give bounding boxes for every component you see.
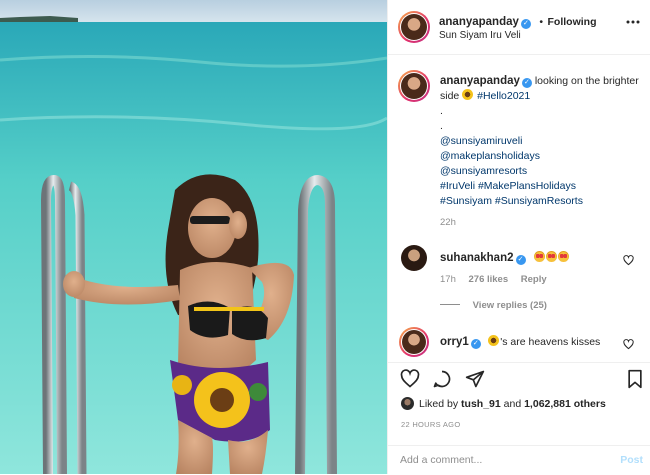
like-heart-icon[interactable]	[400, 369, 420, 394]
post-timestamp[interactable]: 22 HOURS AGO	[401, 420, 460, 429]
comment-meta: 17h 276 likes Reply	[440, 274, 547, 285]
verified-badge-icon: ✓	[470, 339, 481, 349]
comment-body: orry1 ✓ 's are heavens kisses	[440, 332, 600, 350]
comment-item: orry1 ✓ 's are heavens kisses	[388, 327, 650, 357]
heart-eyes-emoji-icon	[545, 251, 557, 262]
save-bookmark-icon[interactable]	[626, 369, 644, 394]
comment-username[interactable]: orry1	[440, 336, 469, 348]
hashtag-hello2021[interactable]: #Hello2021	[477, 90, 530, 102]
heart-eyes-emoji-icon	[533, 251, 545, 262]
instagram-post: ananyapanday ✓ • Following Sun Siyam Iru …	[0, 0, 650, 474]
liked-by-user[interactable]: tush_91	[461, 398, 501, 410]
verified-badge-icon: ✓	[521, 78, 532, 88]
header-separator: •	[539, 16, 544, 28]
comment-time: 17h	[440, 274, 456, 285]
sunflower-emoji-icon	[488, 335, 500, 346]
caption-dot: .	[440, 105, 443, 117]
hashtags-line-b[interactable]: #Sunsiyam #SunsiyamResorts	[440, 194, 640, 209]
heart-eyes-emoji-icon	[557, 251, 569, 262]
liked-by-row: Liked by tush_91 and 1,062,881 others	[401, 397, 606, 410]
mention-sunsiyamresorts[interactable]: @sunsiyamresorts	[440, 164, 640, 179]
header-user-row: ananyapanday ✓ • Following	[439, 12, 597, 30]
post-actions: Liked by tush_91 and 1,062,881 others 22…	[388, 362, 650, 472]
comment-text: 's are heavens kisses	[500, 336, 601, 348]
comment-like-heart-icon[interactable]	[623, 337, 634, 355]
post-comment-button[interactable]: Post	[620, 454, 643, 466]
sunflower-emoji-icon	[462, 89, 474, 100]
liked-by-prefix: Liked by	[419, 398, 459, 410]
liker-avatar[interactable]	[401, 397, 414, 410]
verified-badge-icon: ✓	[520, 19, 531, 29]
share-send-icon[interactable]	[465, 369, 485, 394]
add-comment-bar: Post	[388, 445, 650, 475]
following-button[interactable]: Following	[548, 16, 597, 28]
location-link[interactable]: Sun Siyam Iru Veli	[439, 30, 521, 41]
mention-sunsiyamiruveli[interactable]: @sunsiyamiruveli	[440, 134, 640, 149]
author-avatar[interactable]	[398, 11, 430, 43]
comment-avatar[interactable]	[399, 327, 429, 357]
post-photo[interactable]	[0, 0, 387, 474]
comment-item: suhanakhan2 ✓ 17h 276 likes Reply View re…	[388, 243, 650, 313]
view-replies-button[interactable]: View replies (25)	[440, 300, 547, 311]
author-username[interactable]: ananyapanday	[439, 16, 519, 28]
replies-divider	[440, 304, 460, 305]
verified-badge-icon: ✓	[515, 255, 526, 265]
post-sidebar: ananyapanday ✓ • Following Sun Siyam Iru …	[387, 0, 650, 474]
comment-username[interactable]: suhanakhan2	[440, 252, 514, 264]
liked-by-and: and	[503, 398, 522, 410]
caption-text: ananyapanday ✓ looking on the brighter si…	[440, 74, 640, 230]
caption-time: 22h	[440, 217, 456, 228]
more-options-icon[interactable]	[626, 15, 640, 34]
post-header: ananyapanday ✓ • Following Sun Siyam Iru …	[388, 0, 650, 55]
mention-makeplansholidays[interactable]: @makeplansholidays	[440, 149, 640, 164]
comment-bubble-icon[interactable]	[432, 369, 452, 394]
liked-by-others[interactable]: 1,062,881 others	[524, 398, 606, 410]
caption-author-avatar[interactable]	[398, 70, 430, 102]
comment-body: suhanakhan2 ✓	[440, 248, 570, 266]
comment-like-heart-icon[interactable]	[623, 253, 634, 271]
comment-likes[interactable]: 276 likes	[469, 274, 509, 285]
add-comment-input[interactable]	[400, 454, 600, 466]
caption-dot: .	[440, 120, 443, 132]
view-replies-label: View replies (25)	[472, 300, 547, 311]
hashtags-line-a[interactable]: #IruVeli #MakePlansHolidays	[440, 179, 640, 194]
comment-reply-button[interactable]: Reply	[521, 274, 547, 285]
caption-username[interactable]: ananyapanday	[440, 75, 520, 87]
beach-photo-illustration	[0, 0, 387, 474]
comment-avatar[interactable]	[401, 245, 427, 271]
